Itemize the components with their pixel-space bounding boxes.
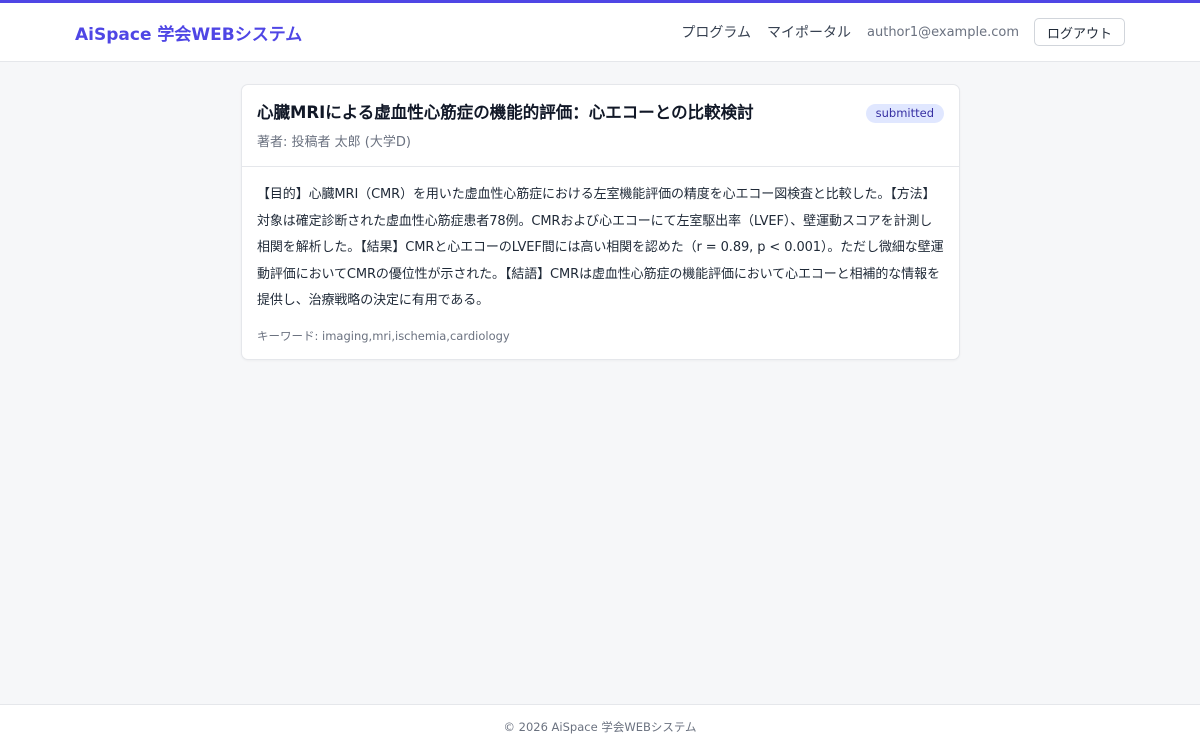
paper-card-body: 【目的】心臓MRI（CMR）を用いた虚血性心筋症における左室機能評価の精度を心エ… <box>242 167 959 359</box>
paper-abstract: 【目的】心臓MRI（CMR）を用いた虚血性心筋症における左室機能評価の精度を心エ… <box>257 187 944 308</box>
main-nav: プログラム マイポータル author1@example.com ログアウト <box>665 18 1125 46</box>
footer-copyright: © 2026 AiSpace 学会WEBシステム <box>503 720 697 734</box>
paper-card: 心臓MRIによる虚血性心筋症の機能的評価：心エコーとの比較検討 submitte… <box>241 84 960 360</box>
status-badge: submitted <box>865 104 944 123</box>
logout-button[interactable]: ログアウト <box>1033 18 1125 46</box>
nav-link-my-portal[interactable]: マイポータル <box>767 22 851 42</box>
user-email: author1@example.com <box>867 24 1019 40</box>
paper-keywords: キーワード: imaging,mri,ischemia,cardiology <box>257 328 510 343</box>
brand-logo-link[interactable]: AiSpace 学会WEBシステム <box>75 20 302 45</box>
page-footer: © 2026 AiSpace 学会WEBシステム <box>0 704 1200 750</box>
paper-title: 心臓MRIによる虚血性心筋症の機能的評価：心エコーとの比較検討 <box>257 103 754 122</box>
paper-card-header: 心臓MRIによる虚血性心筋症の機能的評価：心エコーとの比較検討 submitte… <box>242 85 959 167</box>
nav-link-program[interactable]: プログラム <box>681 22 751 42</box>
top-navbar: AiSpace 学会WEBシステム プログラム マイポータル author1@e… <box>0 0 1200 62</box>
paper-authors: 著者: 投稿者 太郎 (大学D) <box>257 135 411 150</box>
